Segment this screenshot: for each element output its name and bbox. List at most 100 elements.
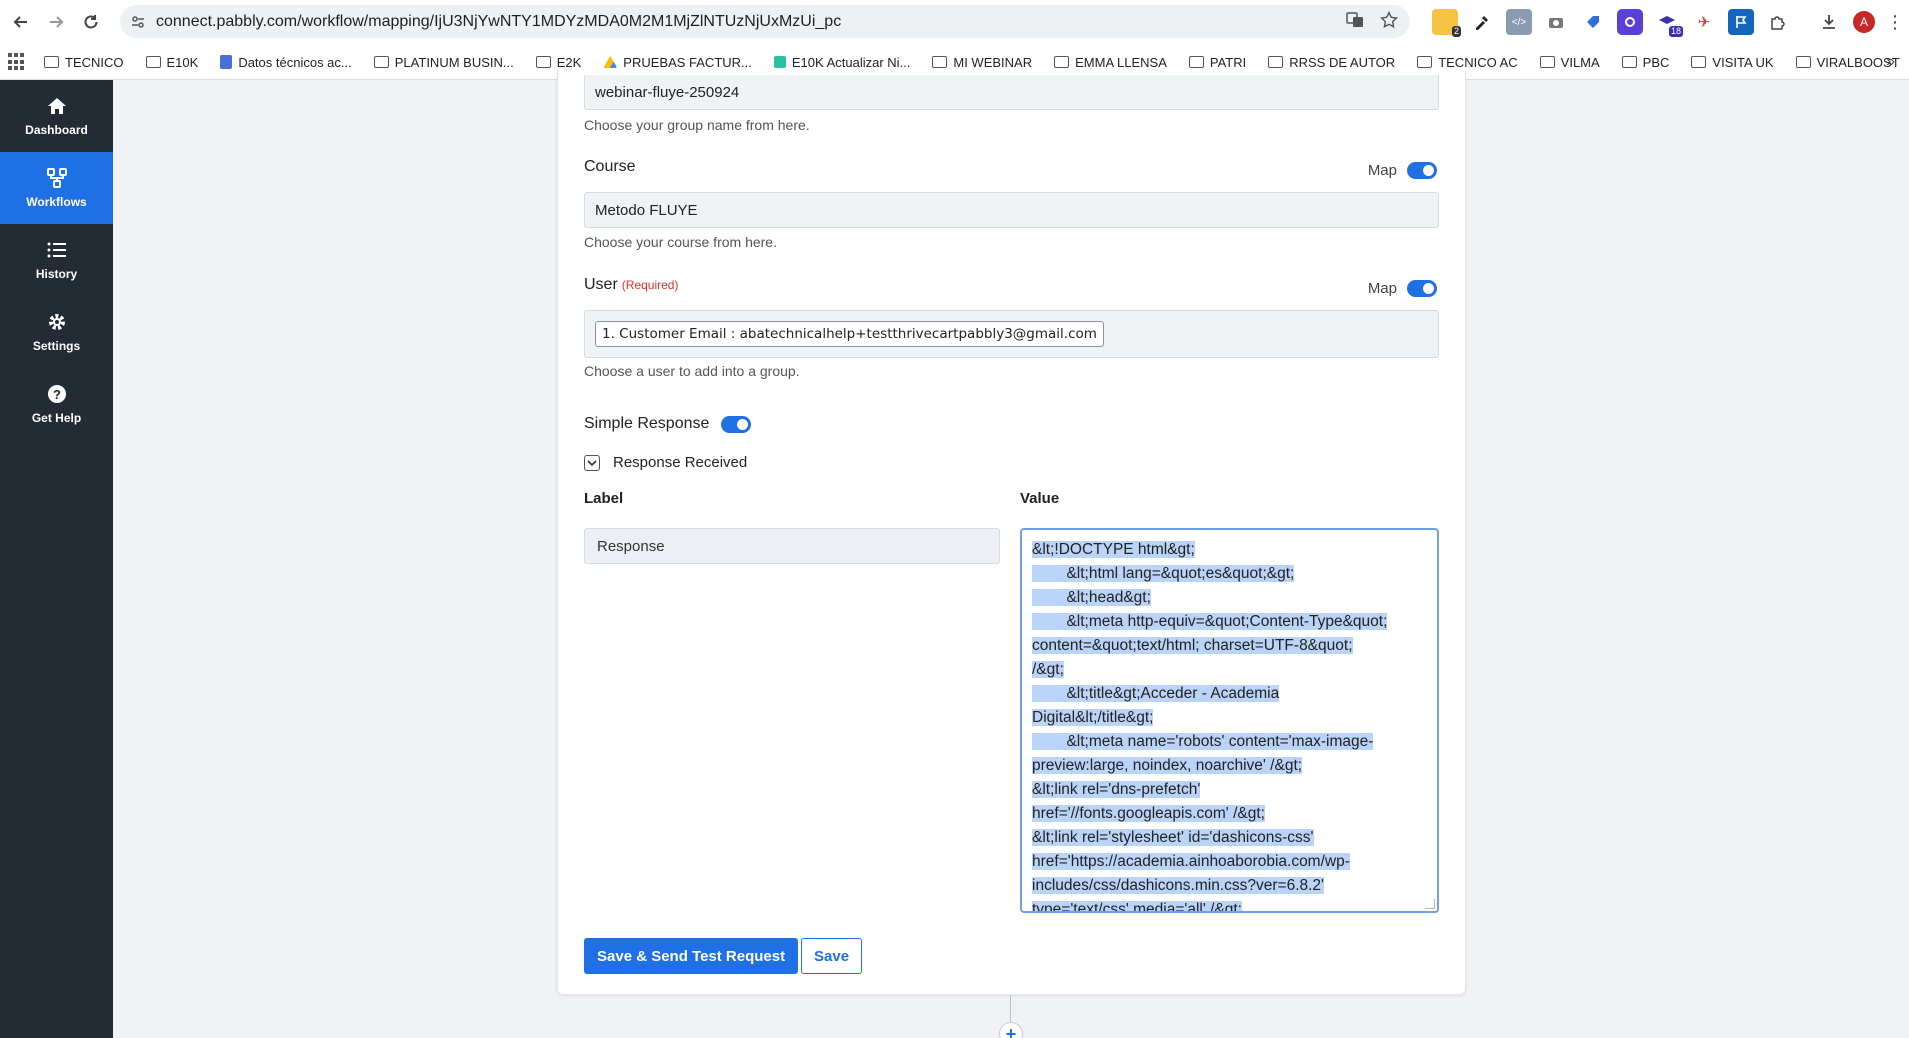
course-label: Course xyxy=(584,158,636,175)
user-field[interactable]: 1. Customer Email : abatechnicalhelp+tes… xyxy=(584,310,1439,358)
bookmark-platinum[interactable]: PLATINUM BUSIN... xyxy=(373,55,514,70)
extension-eyedropper-icon[interactable] xyxy=(1469,9,1495,35)
sidebar: Dashboard Workflows History Settings ? G… xyxy=(0,80,113,1038)
bookmark-emma-llensa[interactable]: EMMA LLENSA xyxy=(1054,55,1167,70)
user-map-control: Map xyxy=(1368,280,1437,297)
value-line: href='https://academia.ainhoaborobia.com… xyxy=(1032,853,1350,870)
response-received-label: Response Received xyxy=(613,454,748,471)
required-marker: (Required) xyxy=(621,278,679,292)
mapped-value-chip[interactable]: 1. Customer Email : abatechnicalhelp+tes… xyxy=(595,321,1104,347)
save-button[interactable]: Save xyxy=(801,938,863,974)
reload-icon[interactable] xyxy=(78,9,104,35)
bookmark-tecnico-ac[interactable]: TECNICO AC xyxy=(1417,55,1518,70)
add-step-button[interactable]: + xyxy=(999,1022,1023,1038)
bookmark-rrss-de-autor[interactable]: RRSS DE AUTOR xyxy=(1268,55,1395,70)
value-line: /&gt; xyxy=(1032,661,1064,678)
extension-settings-icon[interactable] xyxy=(1617,9,1643,35)
value-line: &lt;meta http-equiv=&quot;Content-Type&q… xyxy=(1032,613,1388,630)
extension-code-icon[interactable]: </> xyxy=(1506,9,1532,35)
bookmark-patri[interactable]: PATRI xyxy=(1188,55,1246,70)
e10k-icon xyxy=(773,56,786,68)
bookmark-e10k-actualizar[interactable]: E10K Actualizar Ni... xyxy=(773,55,910,70)
sidebar-item-history[interactable]: History xyxy=(0,224,113,296)
simple-response-label: Simple Response xyxy=(584,415,710,432)
bookmark-viralboost[interactable]: VIRALBOOST xyxy=(1795,55,1900,70)
browser-chrome: connect.pabbly.com/workflow/mapping/IjU3… xyxy=(0,0,1909,80)
textarea-resize-handle[interactable] xyxy=(1425,899,1435,909)
folder-icon xyxy=(1691,56,1707,68)
user-help-text: Choose a user to add into a group. xyxy=(584,363,800,379)
bookmark-tecnico[interactable]: TECNICO xyxy=(44,55,124,70)
more-bookmarks-icon[interactable]: » xyxy=(1886,53,1895,71)
sidebar-item-label: History xyxy=(35,267,78,281)
value-line: preview:large, noindex, noarchive' /&gt; xyxy=(1032,757,1303,774)
home-icon xyxy=(46,95,68,117)
simple-response-row: Simple Response xyxy=(584,415,752,433)
browser-menu-icon[interactable]: ⋮ xyxy=(1886,12,1904,33)
sidebar-item-settings[interactable]: Settings xyxy=(0,296,113,368)
profile-avatar[interactable]: A xyxy=(1853,11,1875,33)
value-line: Digital&lt;/title&gt; xyxy=(1032,709,1154,726)
response-value-textarea[interactable]: &lt;!DOCTYPE html&gt; &lt;html lang=&quo… xyxy=(1020,528,1439,913)
folder-icon xyxy=(145,56,161,68)
value-line: content=&quot;text/html; charset=UTF-8&q… xyxy=(1032,637,1353,654)
workflow-icon xyxy=(46,167,68,189)
drive-icon xyxy=(603,56,618,68)
list-icon xyxy=(46,239,68,261)
value-line: &lt;html lang=&quot;es&quot;&gt; xyxy=(1032,565,1295,582)
forward-icon[interactable] xyxy=(43,9,69,35)
course-map-label: Map xyxy=(1367,162,1397,179)
value-column-header: Value xyxy=(1020,490,1060,507)
value-line: includes/css/dashicons.min.css?ver=6.8.2… xyxy=(1032,877,1325,894)
bookmark-star-icon[interactable] xyxy=(1379,10,1399,34)
user-map-toggle[interactable] xyxy=(1407,280,1437,297)
sidebar-item-get-help[interactable]: ? Get Help xyxy=(0,368,113,440)
folder-icon xyxy=(1795,56,1811,68)
bookmark-e2k[interactable]: E2K xyxy=(535,55,581,70)
response-received-row[interactable]: Response Received xyxy=(584,454,747,471)
bookmark-visita-uk[interactable]: VISITA UK xyxy=(1691,55,1774,70)
browser-toolbar: connect.pabbly.com/workflow/mapping/IjU3… xyxy=(0,0,1909,43)
sidebar-item-dashboard[interactable]: Dashboard xyxy=(0,80,113,152)
value-line: &lt;link rel='dns-prefetch' xyxy=(1032,781,1201,798)
document-icon xyxy=(220,55,233,69)
course-map-toggle[interactable] xyxy=(1407,162,1437,179)
extensions-row: 2 </> 18 ✈ A ⋮ xyxy=(1432,9,1904,37)
action-mapping-card: webinar-fluye-250924 Choose your group n… xyxy=(557,70,1466,995)
extension-tag-icon[interactable] xyxy=(1580,9,1606,35)
value-line: &lt;!DOCTYPE html&gt; xyxy=(1032,541,1195,558)
bookmark-pruebas-factur[interactable]: PRUEBAS FACTUR... xyxy=(603,55,752,70)
back-icon[interactable] xyxy=(8,9,34,35)
folder-icon xyxy=(1621,56,1637,68)
folder-icon xyxy=(373,56,389,68)
bookmark-e10k[interactable]: E10K xyxy=(145,55,198,70)
apps-grid-icon[interactable] xyxy=(8,53,24,71)
bookmark-mi-webinar[interactable]: MI WEBINAR xyxy=(932,55,1032,70)
bookmark-vilma[interactable]: VILMA xyxy=(1539,55,1600,70)
save-and-send-test-button[interactable]: Save & Send Test Request xyxy=(584,938,799,974)
download-icon[interactable] xyxy=(1816,9,1842,35)
extension-bird-icon[interactable]: ✈ xyxy=(1691,9,1717,35)
sidebar-item-label: Dashboard xyxy=(25,123,88,137)
simple-response-toggle[interactable] xyxy=(721,415,752,433)
sidebar-item-workflows[interactable]: Workflows xyxy=(0,152,113,224)
site-info-icon[interactable] xyxy=(120,14,156,30)
extension-notes-icon[interactable]: 2 xyxy=(1432,9,1461,37)
response-received-checkbox[interactable] xyxy=(584,454,600,471)
gear-icon xyxy=(46,311,68,333)
folder-icon xyxy=(1188,56,1204,68)
extension-camera-icon[interactable] xyxy=(1543,9,1569,35)
value-line: &lt;meta name='robots' content='max-imag… xyxy=(1032,733,1374,750)
extensions-puzzle-icon[interactable] xyxy=(1765,9,1791,35)
translate-icon[interactable] xyxy=(1346,11,1364,34)
extension-graduation-icon[interactable]: 18 xyxy=(1654,9,1683,37)
group-field[interactable]: webinar-fluye-250924 xyxy=(584,75,1439,110)
bookmark-datos-tecnicos[interactable]: Datos técnicos ac... xyxy=(220,55,352,70)
extension-flag-icon[interactable] xyxy=(1728,9,1754,35)
bookmark-pbc[interactable]: PBC xyxy=(1621,55,1669,70)
user-map-label: Map xyxy=(1367,280,1397,297)
group-help-text: Choose your group name from here. xyxy=(584,117,810,133)
course-field[interactable]: Metodo FLUYE xyxy=(584,192,1439,228)
address-bar[interactable]: connect.pabbly.com/workflow/mapping/IjU3… xyxy=(120,5,1410,38)
sidebar-item-label: Settings xyxy=(32,339,81,353)
